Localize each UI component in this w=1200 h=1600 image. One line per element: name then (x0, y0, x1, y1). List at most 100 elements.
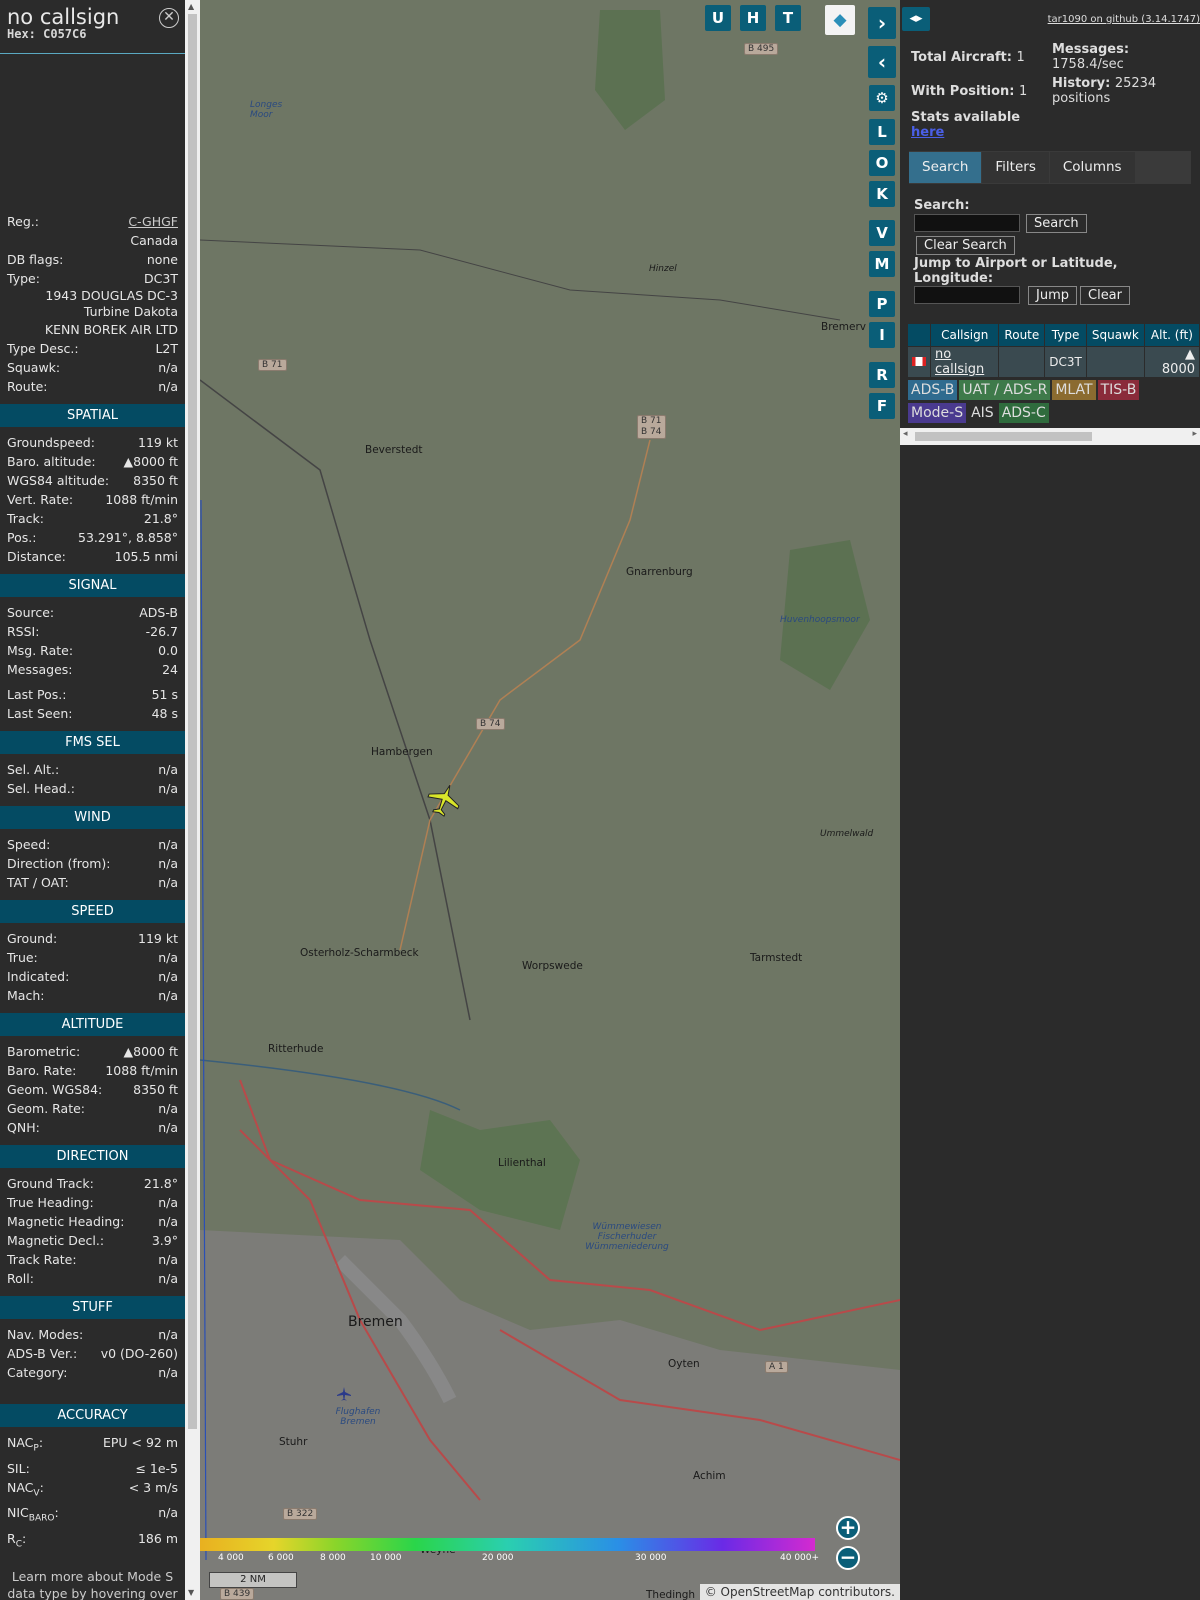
field-value: n/a (158, 1252, 178, 1267)
jump-button[interactable]: Jump (1028, 286, 1077, 305)
chevron-left-icon[interactable]: ‹ (868, 46, 896, 78)
stats-available: Stats available here (911, 110, 1020, 140)
place-label: Achim (693, 1470, 726, 1482)
route-value: n/a (158, 379, 178, 394)
colorbar-label: 20 000 (482, 1553, 514, 1563)
field-label: Last Pos.: (7, 687, 67, 702)
field-label: True: (7, 950, 38, 965)
jump-label: Jump to Airport or Latitude, Longitude: (914, 256, 1118, 286)
map-button-p[interactable]: P (869, 291, 895, 317)
direction-row: True Heading: n/a (7, 1193, 178, 1212)
settings-gear-icon[interactable]: ⚙ (869, 85, 895, 111)
search-input[interactable] (914, 214, 1020, 232)
road-label: B 495 (744, 43, 779, 55)
search-button[interactable]: Search (1026, 214, 1087, 233)
map-button-i[interactable]: I (869, 322, 895, 348)
table-row[interactable]: no callsign DC3T ▲ 8000 (908, 347, 1199, 377)
zoom-in-button[interactable]: + (836, 1516, 860, 1540)
altitude-row: Baro. Rate: 1088 ft/min (7, 1061, 178, 1080)
map-button-f[interactable]: F (869, 393, 895, 419)
github-link[interactable]: tar1090 on github (3.14.1747) (1048, 14, 1200, 25)
field-value: n/a (158, 988, 178, 1003)
map-button-r[interactable]: R (869, 362, 895, 388)
tab-columns[interactable]: Columns (1049, 152, 1135, 183)
map-button-u[interactable]: U (705, 5, 731, 31)
map-button-t[interactable]: T (775, 5, 801, 31)
scrollbar-thumb[interactable] (915, 432, 1092, 441)
clear-search-button[interactable]: Clear Search (916, 236, 1015, 255)
field-label: Direction (from): (7, 856, 111, 871)
row-callsign[interactable]: no callsign (931, 347, 999, 377)
field-label: Speed: (7, 837, 51, 852)
scrollbar-thumb[interactable] (188, 14, 197, 1429)
aircraft-marker-icon[interactable] (424, 780, 464, 820)
road-label: B 74 (476, 718, 505, 730)
field-label: RSSI: (7, 624, 40, 639)
jump-input[interactable] (914, 286, 1020, 304)
chevron-right-icon[interactable]: › (868, 7, 896, 39)
colorbar-label: 40 000+ (780, 1553, 820, 1563)
field-label: NICBARO: (7, 1505, 59, 1524)
toggle-sidebar-icon[interactable]: ◂▸ (902, 7, 930, 31)
scroll-up-icon[interactable]: ▲ (188, 2, 194, 11)
field-value: ▲8000 ft (123, 1044, 178, 1059)
field-label: Geom. Rate: (7, 1101, 86, 1116)
column-header-route[interactable]: Route (999, 324, 1045, 346)
scroll-right-icon[interactable]: ▸ (1192, 429, 1197, 439)
spatial-row: Pos.: 53.291°, 8.858° (7, 528, 178, 547)
road-label: B 322 (283, 1508, 318, 1520)
colorbar-label: 4 000 (218, 1553, 244, 1563)
column-header-callsign[interactable]: Callsign (931, 324, 999, 346)
place-label: Ritterhude (268, 1043, 324, 1055)
callsign-title: no callsign (7, 5, 120, 29)
speed-row: True: n/a (7, 948, 178, 967)
column-header-alt[interactable]: Alt. (ft) (1144, 324, 1199, 346)
registration-link[interactable]: C-GHGF (128, 212, 178, 231)
flag-column-header[interactable] (908, 324, 930, 346)
dbflags-value: none (146, 252, 178, 267)
reg-row: Reg.: C-GHGF (7, 212, 178, 231)
place-label: Oyten (668, 1358, 700, 1370)
direction-row: Magnetic Heading: n/a (7, 1212, 178, 1231)
field-label: Vert. Rate: (7, 492, 74, 507)
tab-search[interactable]: Search (909, 152, 982, 183)
layers-icon[interactable]: ◆ (825, 5, 855, 35)
field-value: n/a (158, 762, 178, 777)
scroll-left-icon[interactable]: ◂ (903, 429, 908, 439)
scale-bar: 2 NM (209, 1572, 297, 1588)
accuracy-row: NICBARO: n/a (7, 1503, 178, 1529)
clear-jump-button[interactable]: Clear (1080, 286, 1130, 305)
aircraft-table: Callsign Route Type Squawk Alt. (ft) no … (907, 323, 1200, 378)
hex-code: Hex: C057C6 (7, 27, 87, 41)
column-header-squawk[interactable]: Squawk (1086, 324, 1144, 346)
field-label: Magnetic Decl.: (7, 1233, 105, 1248)
field-label: Msg. Rate: (7, 643, 74, 658)
map-button-h[interactable]: H (740, 5, 766, 31)
left-panel-scrollbar[interactable]: ▲ ▼ (185, 0, 200, 1600)
field-label: Category: (7, 1365, 68, 1380)
table-horizontal-scrollbar[interactable]: ◂ ▸ (900, 428, 1200, 445)
map-button-o[interactable]: O (869, 150, 895, 176)
operator-value: KENN BOREK AIR LTD (44, 322, 178, 337)
map-view[interactable]: U H T ◆ › ‹ ⚙ L O K V M P I R F Beverste… (200, 0, 900, 1600)
close-icon[interactable]: ✕ (159, 8, 179, 28)
field-label: Track Rate: (7, 1252, 77, 1267)
map-button-l[interactable]: L (869, 119, 895, 145)
squawk-value: n/a (158, 360, 178, 375)
field-label: Sel. Alt.: (7, 762, 60, 777)
place-label: Huvenhoopsmoor (780, 615, 860, 625)
zoom-out-button[interactable]: − (836, 1546, 860, 1570)
aircraft-info-panel: no callsign Hex: C057C6 ✕ Reg.: C-GHGF Ca… (0, 0, 185, 1600)
stats-here-link[interactable]: here (911, 125, 1020, 140)
column-header-type[interactable]: Type (1045, 324, 1086, 346)
info-header: no callsign Hex: C057C6 ✕ (0, 0, 185, 54)
map-button-m[interactable]: M (869, 251, 895, 277)
tab-filters[interactable]: Filters (982, 152, 1049, 183)
field-value: 8350 ft (133, 473, 178, 488)
scroll-down-icon[interactable]: ▼ (188, 1588, 194, 1597)
map-button-k[interactable]: K (869, 181, 895, 207)
type-name: 1943 DOUGLAS DC-3 Turbine Dakota (0, 288, 185, 320)
map-button-v[interactable]: V (869, 220, 895, 246)
field-value: 0.0 (158, 643, 178, 658)
accuracy-row: SIL: ≤ 1e-5 (7, 1459, 178, 1478)
